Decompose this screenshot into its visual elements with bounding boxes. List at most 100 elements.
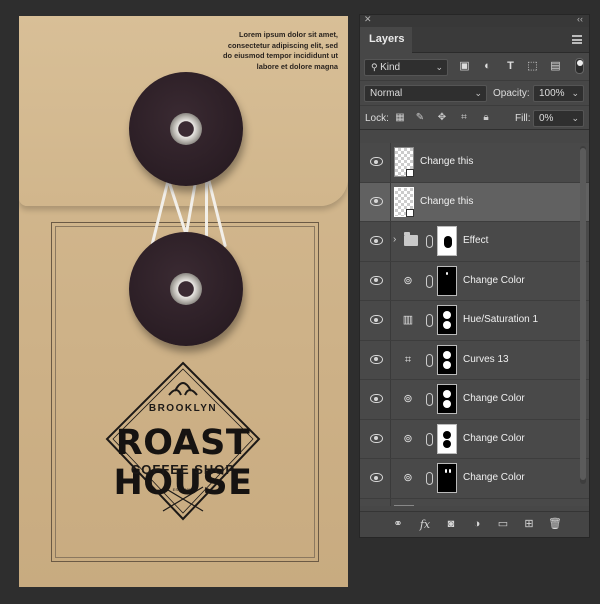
collapse-panel-icon[interactable]: ‹‹ xyxy=(577,14,583,24)
smart-object-badge-icon xyxy=(406,169,414,177)
visibility-eye-icon[interactable] xyxy=(370,473,383,482)
layer-name[interactable]: Change Color xyxy=(463,275,525,286)
tab-layers[interactable]: Layers xyxy=(360,27,412,53)
row-divider xyxy=(390,340,391,379)
layer-mask-thumbnail xyxy=(437,265,457,296)
lock-all-icon[interactable]: 🔒︎ xyxy=(480,112,492,124)
layer-thumbnail xyxy=(394,186,414,217)
link-chain-icon[interactable] xyxy=(426,235,433,248)
filter-kind-select[interactable]: ⚲ Kind ⌄ xyxy=(364,59,448,76)
layer-name[interactable]: Curves 13 xyxy=(463,354,509,365)
scrollbar-thumb[interactable] xyxy=(580,148,586,480)
link-chain-icon[interactable] xyxy=(426,353,433,367)
layer-name[interactable]: Hue/Saturation 1 xyxy=(463,314,538,325)
lock-brush-icon[interactable]: ✎ xyxy=(414,112,426,124)
fx-icon[interactable]: fx xyxy=(418,518,432,531)
visibility-eye-icon[interactable] xyxy=(370,196,383,206)
logo-est-text: ESTD 1990 xyxy=(172,487,194,492)
visibility-eye-icon[interactable] xyxy=(370,394,383,403)
mask-shape xyxy=(444,236,452,248)
top-button-disc xyxy=(129,72,243,186)
layers-panel: ✕ ‹‹ Layers ⚲ Kind ⌄ ▣ ◐ T ⬚ ▤ Normal ⌄ … xyxy=(359,14,590,538)
link-layers-icon[interactable]: ⚭ xyxy=(391,518,405,531)
layer-name[interactable]: Change Color xyxy=(463,393,525,404)
expand-arrow-icon[interactable]: › xyxy=(393,234,396,245)
filter-shape-icon[interactable]: ⬚ xyxy=(526,60,539,73)
layer-name[interactable]: Effect xyxy=(463,235,488,246)
layer-name[interactable]: Change Color xyxy=(463,472,525,483)
row-divider xyxy=(390,143,391,182)
layers-scrollbar[interactable] xyxy=(580,146,586,484)
layer-row[interactable]: ⌗ Curves 13 xyxy=(360,340,589,380)
visibility-eye-icon[interactable] xyxy=(370,354,383,364)
panel-menu-icon[interactable] xyxy=(572,35,582,44)
panel-tabbar: Layers xyxy=(360,27,589,53)
mask-shape xyxy=(443,360,451,369)
filter-smart-object-icon[interactable]: ▤ xyxy=(549,60,562,73)
document-canvas[interactable]: Lorem ipsum dolor sit amet, consectetur … xyxy=(19,16,348,587)
chevron-down-icon: ⌄ xyxy=(435,62,443,72)
chevron-down-icon: ⌄ xyxy=(571,88,579,98)
layer-row[interactable]: ⊚ Change Color xyxy=(360,380,589,420)
app-root: Lorem ipsum dolor sit amet, consectetur … xyxy=(0,0,600,604)
visibility-eye-icon[interactable] xyxy=(370,433,383,443)
layer-mask-thumbnail xyxy=(437,384,457,414)
link-chain-icon[interactable] xyxy=(426,274,433,288)
layer-mask-thumbnail xyxy=(437,344,457,375)
layer-row-partial[interactable] xyxy=(360,498,589,506)
new-layer-icon[interactable]: ⊞ xyxy=(522,518,536,531)
logo-subtitle-text: COFFEE SHOP xyxy=(130,462,236,477)
visibility-eye-icon[interactable] xyxy=(370,157,383,166)
filter-kind-label: Kind xyxy=(380,62,401,73)
blend-mode-select[interactable]: Normal ⌄ xyxy=(364,85,487,102)
layer-mask-thumbnail xyxy=(437,423,457,454)
mask-shape xyxy=(443,390,451,398)
layer-mask-thumbnail xyxy=(437,463,457,493)
layer-name[interactable]: Change this xyxy=(420,156,473,167)
lock-label: Lock: xyxy=(365,113,389,124)
filter-adjustment-icon[interactable]: ◐ xyxy=(481,60,494,73)
lock-artboard-icon[interactable]: ⌗ xyxy=(458,112,470,124)
layer-row[interactable]: ⊚ Change Color xyxy=(360,419,589,459)
mask-shape xyxy=(443,430,451,439)
link-chain-icon[interactable] xyxy=(426,472,433,485)
layer-row[interactable]: Change this xyxy=(360,182,589,222)
layer-row[interactable]: › Effect xyxy=(360,222,589,262)
smart-object-badge-icon xyxy=(406,208,414,217)
visibility-eye-icon[interactable] xyxy=(370,236,383,245)
bottom-button-disc xyxy=(129,232,243,346)
layer-row[interactable]: ▥ Hue/Saturation 1 xyxy=(360,301,589,341)
camera-adjustment-icon: ⊚ xyxy=(403,393,413,405)
filter-type-icon[interactable]: T xyxy=(504,60,517,73)
link-chain-icon[interactable] xyxy=(426,432,433,446)
new-group-icon[interactable]: ▭ xyxy=(496,518,510,531)
link-chain-icon[interactable] xyxy=(426,314,433,327)
add-mask-icon[interactable]: ◙ xyxy=(444,518,458,531)
logo-brooklyn-text: BROOKLYN xyxy=(148,403,218,414)
lock-move-icon[interactable]: ✥ xyxy=(436,112,448,124)
opacity-field[interactable]: 100% ⌄ xyxy=(533,85,584,102)
lorem-text: Lorem ipsum dolor sit amet, consectetur … xyxy=(223,30,338,71)
visibility-eye-icon[interactable] xyxy=(370,315,383,324)
visibility-eye-icon[interactable] xyxy=(370,275,383,285)
filter-toggle[interactable] xyxy=(575,58,584,74)
layer-name[interactable]: Change this xyxy=(420,196,473,207)
search-icon: ⚲ xyxy=(371,62,381,72)
fill-value: 0% xyxy=(539,113,554,124)
new-adjustment-icon[interactable]: ◑ xyxy=(470,518,484,531)
top-grommet xyxy=(170,113,202,145)
trash-icon[interactable]: 🗑︎ xyxy=(548,518,562,531)
layer-row[interactable]: ⊚ Change Color xyxy=(360,261,589,301)
fill-field[interactable]: 0% ⌄ xyxy=(533,110,584,127)
lock-transparent-icon[interactable]: ▦ xyxy=(394,112,406,124)
layer-name[interactable]: Change Color xyxy=(463,433,525,444)
panel-bottom-toolbar: ⚭ fx ◙ ◑ ▭ ⊞ 🗑︎ xyxy=(360,511,589,537)
filter-pixel-icon[interactable]: ▣ xyxy=(458,60,471,73)
layer-row[interactable]: Change this xyxy=(360,143,589,183)
layer-row[interactable]: ⊚ Change Color xyxy=(360,459,589,499)
close-panel-icon[interactable]: ✕ xyxy=(364,14,372,25)
link-chain-icon[interactable] xyxy=(426,393,433,406)
row-divider xyxy=(390,380,391,419)
mask-shape xyxy=(443,311,451,319)
row-divider xyxy=(390,459,391,498)
